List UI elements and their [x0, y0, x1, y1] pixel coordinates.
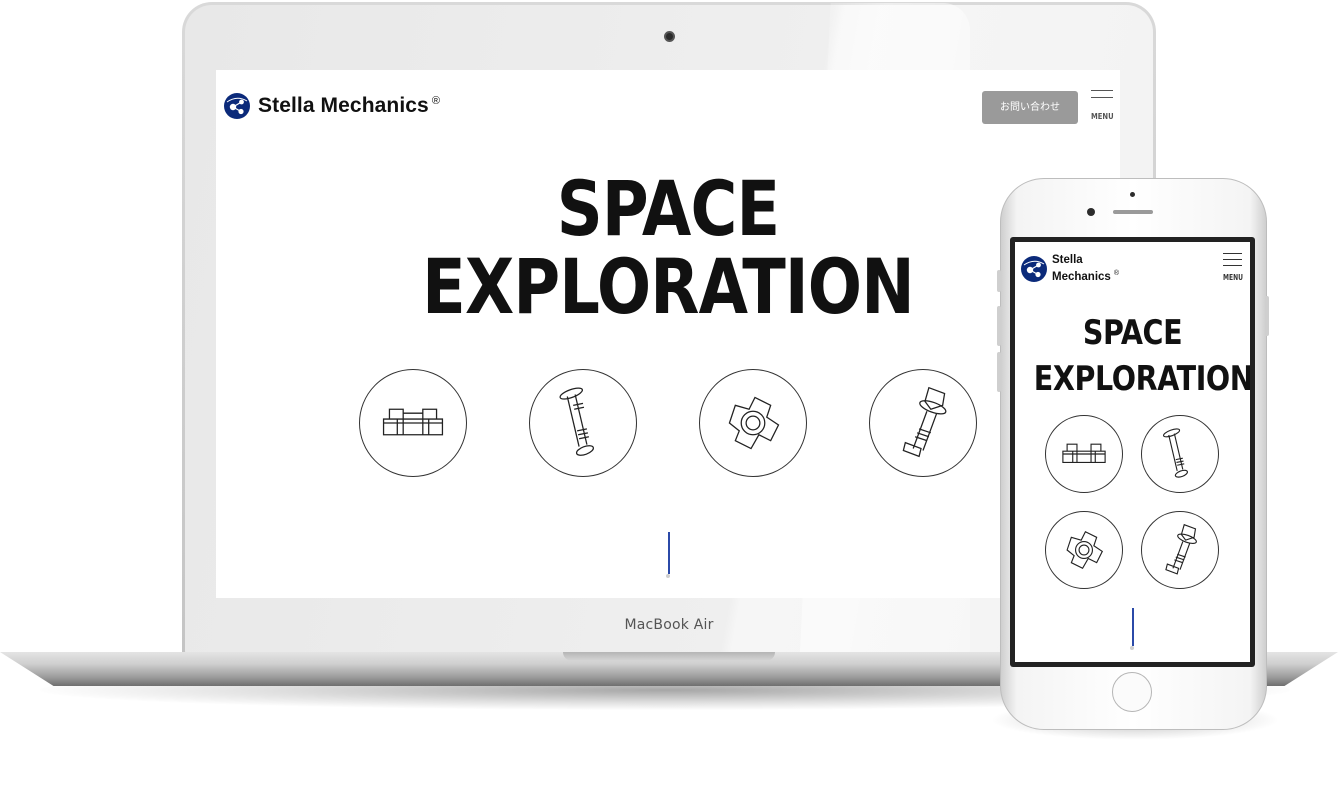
phone-speaker: [1113, 210, 1153, 214]
tee-nut-icon: [1066, 530, 1104, 570]
castle-nut-icon: [382, 408, 444, 436]
mobile-menu-label: MENU: [1223, 273, 1243, 282]
site-logo-text: Stella Mechanics ®: [258, 94, 440, 118]
hamburger-icon-line: [1091, 97, 1113, 98]
mobile-logo-line-1: Stella: [1052, 254, 1083, 266]
registered-mark: ®: [1113, 270, 1119, 277]
site-header: Stella Mechanics ® お問い合わせ MENU: [216, 70, 1120, 140]
hamburger-icon: [1091, 90, 1113, 91]
phone-sensor-icon: [1130, 192, 1135, 197]
mobile-scroll-indicator[interactable]: [1132, 608, 1134, 646]
hero-line-1: SPACE: [556, 164, 780, 253]
mobile-part-clevis-pin[interactable]: [1141, 415, 1219, 493]
menu-button[interactable]: MENU: [1091, 90, 1114, 124]
part-flange-bolt[interactable]: [869, 369, 977, 477]
clevis-pin-icon: [559, 387, 595, 456]
laptop-camera-icon: [664, 31, 675, 42]
logo-mark-icon: [1021, 255, 1047, 282]
logo-mark-icon: [224, 93, 250, 119]
phone-screen: Stella Mechanics ® MENU SPACE EXPLORATION: [1015, 242, 1250, 662]
mobile-scroll-indicator-dot: [1130, 646, 1134, 650]
mobile-part-castle-nut[interactable]: [1045, 415, 1123, 493]
mobile-hero-title: SPACE EXPLORATION: [1033, 310, 1250, 402]
castle-nut-icon: [1062, 443, 1106, 464]
mobile-menu-button[interactable]: MENU: [1223, 253, 1243, 285]
mobile-hero-line-2: EXPLORATION: [1033, 359, 1250, 399]
clevis-pin-icon: [1162, 428, 1188, 478]
laptop-screen: Stella Mechanics ® お問い合わせ MENU SPACE EXPL…: [216, 70, 1120, 598]
mobile-parts-grid: [1045, 415, 1221, 591]
phone-power-button: [1265, 296, 1269, 336]
scroll-indicator-dot: [666, 574, 670, 578]
mobile-part-tee-nut[interactable]: [1045, 511, 1123, 589]
part-castle-nut[interactable]: [359, 369, 467, 477]
mobile-part-flange-bolt[interactable]: [1141, 511, 1219, 589]
mobile-hero-line-1: SPACE: [1082, 313, 1183, 353]
registered-mark: ®: [431, 95, 441, 107]
phone-home-button: [1112, 672, 1152, 712]
flange-bolt-icon: [902, 386, 947, 458]
mobile-logo-text: Stella Mechanics ®: [1052, 254, 1119, 284]
phone-camera-icon: [1087, 208, 1095, 216]
site-logo[interactable]: Stella Mechanics ®: [224, 93, 440, 119]
hero-title: SPACE EXPLORATION: [288, 170, 1047, 326]
brand-name: Stella Mechanics: [258, 94, 429, 117]
phone-mute-switch: [997, 270, 1001, 292]
flange-bolt-icon: [1165, 523, 1197, 575]
contact-button[interactable]: お問い合わせ: [982, 91, 1078, 124]
part-tee-nut[interactable]: [699, 369, 807, 477]
laptop-model-label: MacBook Air: [624, 617, 714, 633]
phone-volume-up: [997, 306, 1001, 346]
phone-volume-down: [997, 352, 1001, 392]
hamburger-icon-line: [1223, 265, 1242, 266]
part-clevis-pin[interactable]: [529, 369, 637, 477]
scroll-indicator[interactable]: [668, 532, 670, 574]
mobile-site-logo[interactable]: Stella Mechanics ®: [1021, 254, 1119, 284]
mobile-logo-line-2: Mechanics: [1052, 270, 1111, 283]
hamburger-icon: [1223, 253, 1242, 254]
hamburger-icon-line: [1223, 259, 1242, 260]
menu-label: MENU: [1091, 112, 1114, 121]
tee-nut-icon: [728, 396, 780, 450]
hero-line-2: EXPLORATION: [422, 242, 915, 331]
laptop-trackpad-notch: [563, 652, 775, 661]
parts-row: [359, 369, 979, 479]
